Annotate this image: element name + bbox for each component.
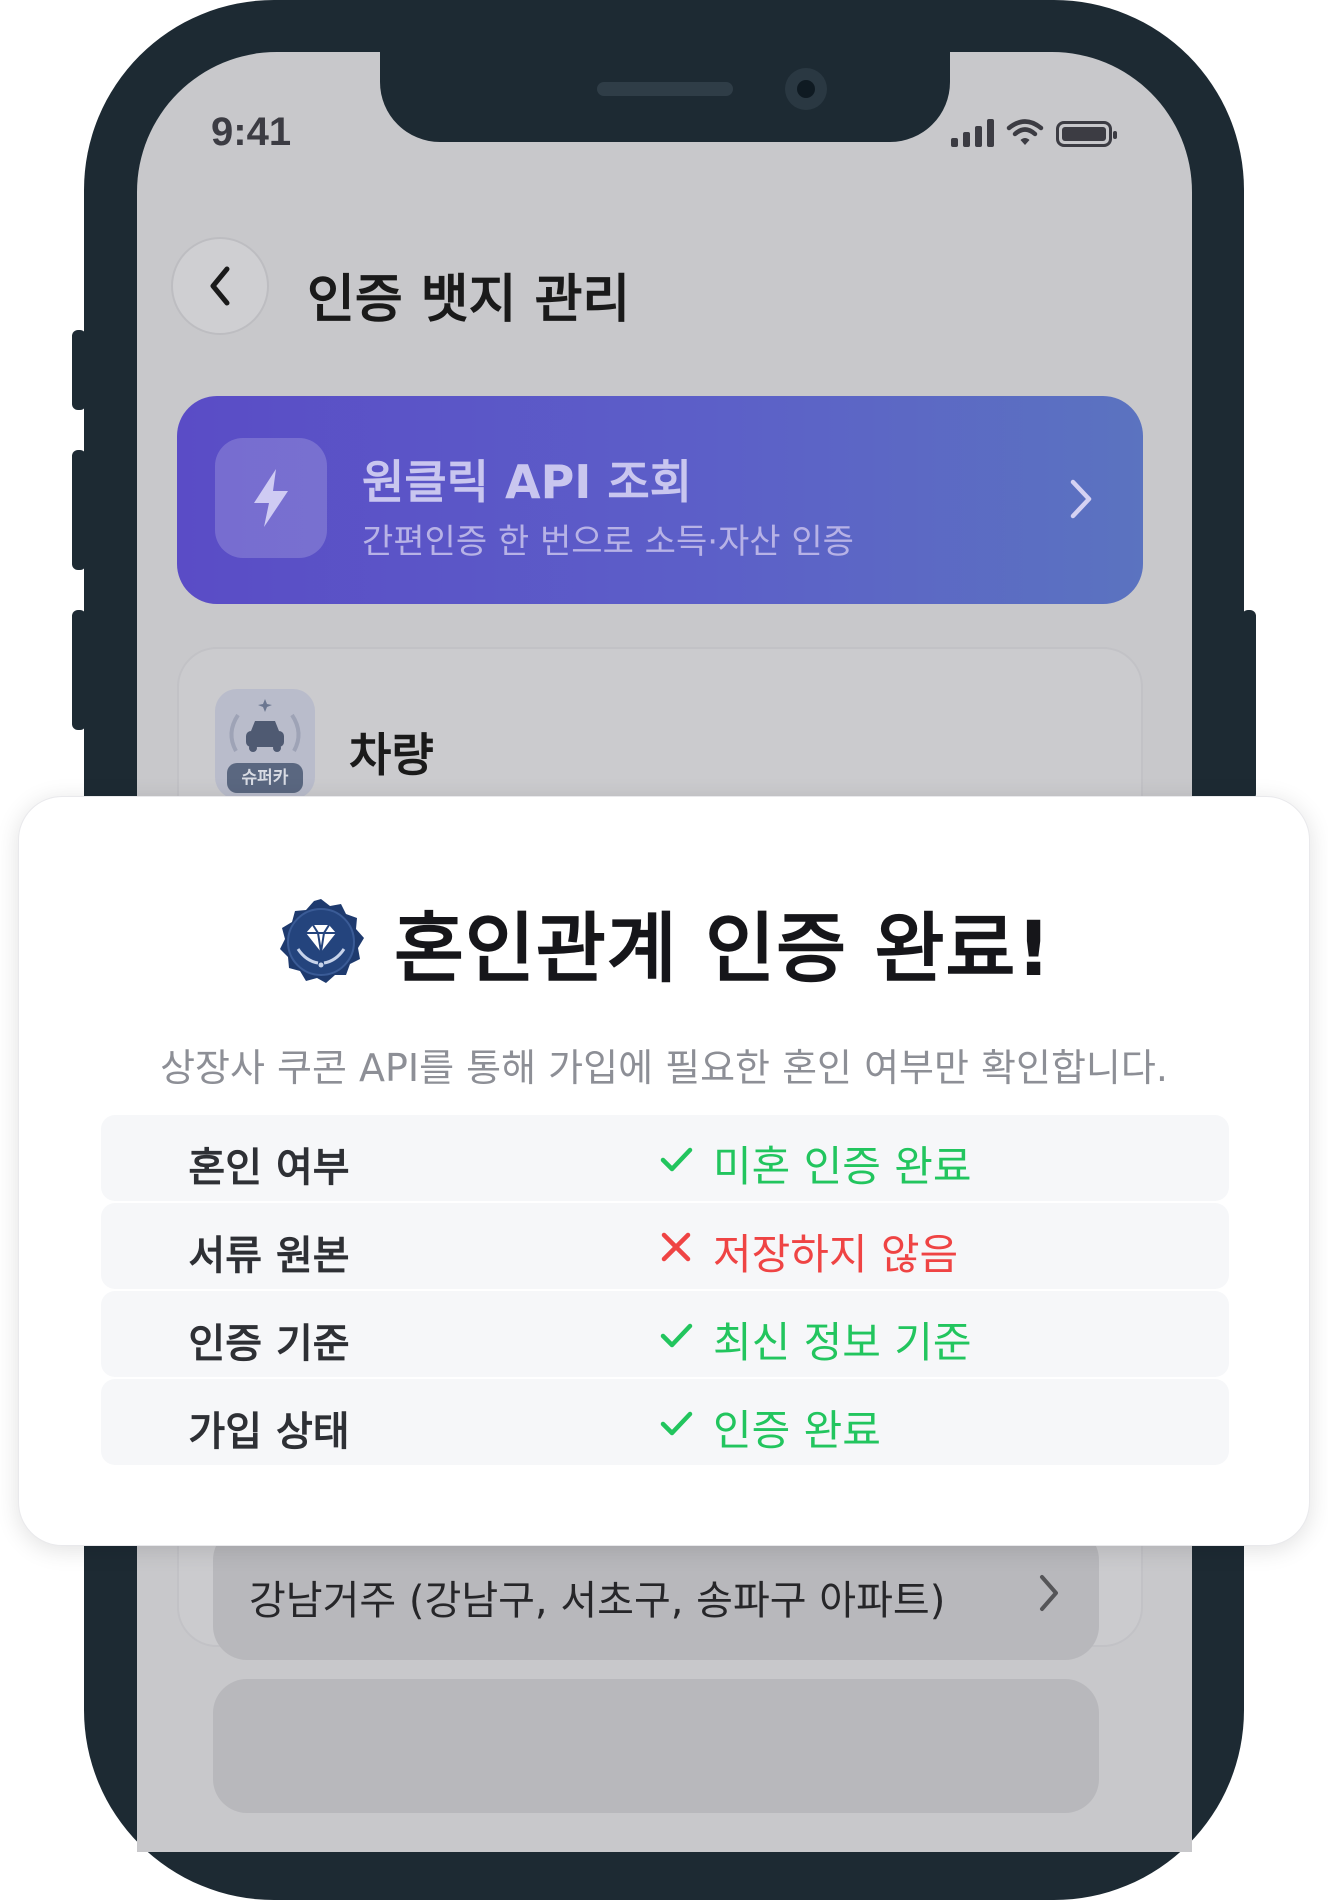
marriage-verification-modal: 혼인관계 인증 완료! 상장사 쿠콘 API를 통해 가입에 필요한 혼인 여부… [18, 796, 1310, 1546]
row-key: 인증 기준 [188, 1321, 350, 1367]
camera [785, 68, 827, 110]
vehicle-section-title: 차량 [349, 728, 434, 782]
row-value: 저장하지 않음 [713, 1230, 959, 1279]
table-row: 서류 원본 저장하지 않음 [101, 1203, 1229, 1289]
table-row: 가입 상태 인증 완료 [101, 1379, 1229, 1465]
lightning-icon [215, 438, 327, 558]
phone-side-button [72, 610, 86, 730]
api-card-title: 원클릭 API 조회 [362, 455, 693, 509]
badge-label: 슈퍼카 [227, 763, 303, 793]
location-badge-label: 강남거주 (강남구, 서초구, 송파구 아파트) [249, 1578, 946, 1624]
modal-description: 상장사 쿠콘 API를 통해 가입에 필요한 혼인 여부만 확인합니다. [160, 1046, 1168, 1090]
verification-table: 혼인 여부 미혼 인증 완료 서류 원본 저장하지 않음 인증 기준 최신 정보… [101, 1115, 1229, 1467]
check-icon [660, 1147, 693, 1172]
notch [380, 52, 950, 142]
table-row: 인증 기준 최신 정보 기준 [101, 1291, 1229, 1377]
check-icon [660, 1411, 693, 1436]
phone-side-button [72, 330, 86, 410]
row-value: 인증 완료 [713, 1406, 881, 1455]
wifi-icon [1006, 119, 1044, 145]
signal-icon [951, 117, 994, 147]
phone-side-button [72, 450, 86, 570]
supercar-badge: 슈퍼카 [215, 689, 315, 799]
back-button[interactable] [171, 237, 269, 335]
car-icon [229, 699, 301, 752]
modal-title: 혼인관계 인증 완료! [394, 904, 1052, 993]
location-badge-item[interactable]: 강남거주 (강남구, 서초구, 송파구 아파트) [213, 1526, 1099, 1660]
chevron-left-icon [210, 266, 230, 306]
battery-icon [1056, 121, 1117, 147]
row-key: 서류 원본 [188, 1233, 350, 1279]
status-time: 9:41 [211, 110, 292, 154]
chevron-right-icon [1070, 479, 1092, 519]
status-icons [951, 117, 1117, 147]
modal-header: 혼인관계 인증 완료! [19, 887, 1309, 997]
row-key: 혼인 여부 [188, 1145, 350, 1191]
row-key: 가입 상태 [188, 1409, 350, 1455]
row-value: 최신 정보 기준 [713, 1318, 972, 1367]
table-row: 혼인 여부 미혼 인증 완료 [101, 1115, 1229, 1201]
one-click-api-card[interactable]: 원클릭 API 조회 간편인증 한 번으로 소득·자산 인증 [177, 396, 1143, 604]
check-icon [660, 1323, 693, 1348]
chevron-right-icon [1040, 1575, 1058, 1611]
x-icon [661, 1232, 691, 1262]
diamond-badge-icon [280, 899, 365, 983]
phone-power-button [1242, 610, 1256, 800]
page-title: 인증 뱃지 관리 [307, 270, 631, 330]
api-card-subtitle: 간편인증 한 번으로 소득·자산 인증 [362, 522, 854, 562]
speaker [597, 82, 733, 96]
list-item[interactable] [213, 1679, 1099, 1813]
row-value: 미혼 인증 완료 [713, 1142, 972, 1191]
